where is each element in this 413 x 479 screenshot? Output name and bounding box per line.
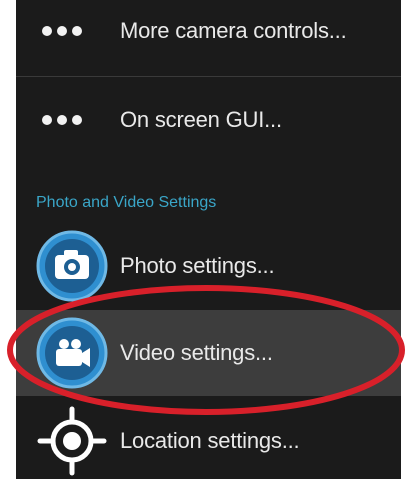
menu-item-on-screen-gui[interactable]: On screen GUI... [16, 80, 401, 160]
menu-item-location-settings[interactable]: Location settings... [16, 398, 401, 479]
menu-item-label: Photo settings... [120, 253, 275, 278]
menu-item-label: More camera controls... [120, 18, 347, 43]
more-dots-icon [42, 26, 120, 36]
video-camera-icon [34, 315, 110, 391]
menu-item-video-settings[interactable]: Video settings... [16, 310, 401, 396]
menu-item-label: On screen GUI... [120, 107, 282, 132]
menu-item-label: Location settings... [120, 428, 300, 453]
settings-screen: More camera controls... On screen GUI...… [16, 0, 401, 479]
menu-item-photo-settings[interactable]: Photo settings... [16, 222, 401, 310]
more-dots-icon [42, 115, 120, 125]
camera-icon [34, 228, 110, 304]
section-header: Photo and Video Settings [36, 194, 217, 211]
menu-item-more-camera-controls[interactable]: More camera controls... [16, 0, 401, 62]
location-target-icon [34, 403, 110, 479]
menu-item-label: Video settings... [120, 340, 273, 365]
divider [16, 76, 401, 77]
